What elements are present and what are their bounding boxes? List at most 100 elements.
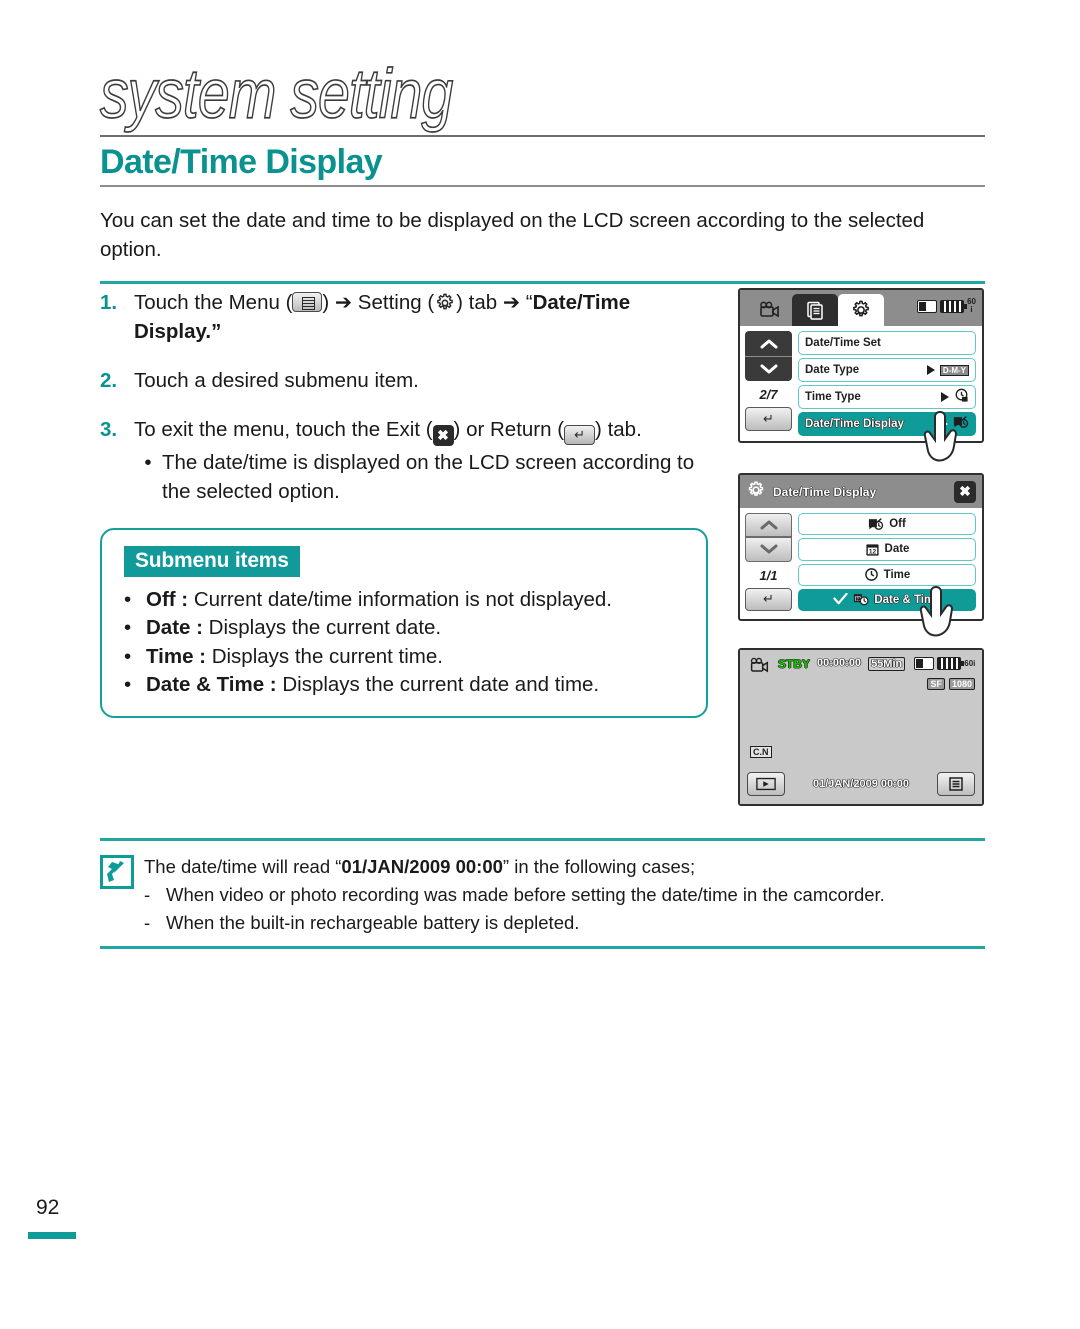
note-hand-icon [100,853,144,936]
return-button[interactable]: ↵ [745,407,792,431]
quality-badge: SF [927,678,945,690]
chapter-divider [100,135,985,138]
note-bullet-1-text: When video or photo recording was made b… [166,883,885,905]
submenu-row-time[interactable]: Time [798,563,976,586]
submenu-term: Time : [146,644,206,668]
date-type-icon: D-M-Y [939,364,969,376]
submenu-row-date-time[interactable]: 12 Date & Time [798,588,976,611]
bullet-dot: • [124,672,132,696]
menu-row-right-icons [940,415,969,433]
submenu-row-label: Date & Time [874,593,941,606]
note-bullet-1: - When video or photo recording was made… [144,881,885,909]
resolution-badge: 1080 [948,678,975,690]
menu-row-right-icons [941,388,969,406]
chevron-right-icon [926,365,935,375]
submenu-items-box: Submenu items • Off : Current date/time … [100,528,708,718]
menu-row-datetime-display[interactable]: Date/Time Display [798,412,976,436]
menu-row-datetime-set[interactable]: Date/Time Set [798,331,976,355]
lcd-submenu-title: Date/Time Display [773,484,877,499]
play-button[interactable] [747,772,785,796]
close-icon[interactable]: ✖ [954,480,976,503]
step-3-number: 3. [100,418,118,442]
menu-row-date-type[interactable]: Date Type D-M-Y [798,358,976,382]
step-1-body: Touch the Menu () ➔ Setting () tab ➔ “Da… [134,288,720,346]
remaining-time: 55Min [868,657,906,671]
note-divider-bottom [100,946,985,950]
bullet-dot: • [144,451,152,475]
submenu-desc: Displays the current date and time. [282,672,600,696]
page-indicator: 1/1 [759,567,778,583]
bullet-dot: • [124,644,132,668]
page-number-bar [28,1232,76,1239]
lcd-nav-column: 2/7 ↵ [745,331,792,436]
scroll-down-button[interactable] [745,537,792,562]
step-3-bullets: • The date/time is displayed on the LCD … [134,448,720,506]
return-button[interactable]: ↵ [745,587,792,612]
scroll-down-button[interactable] [745,356,792,381]
tab-document[interactable] [792,294,838,326]
page-header: system setting Date/Time Display You can… [99,58,985,284]
scroll-up-button[interactable] [745,331,792,356]
datetime-off-icon [953,415,969,433]
chevron-right-icon [941,392,949,402]
submenu-term: Off : [146,588,189,611]
battery-icon [940,299,968,313]
note-line-1-b: ” in the following cases; [502,856,696,877]
page-number: 92 [36,1196,60,1219]
record-mode-badge: STBY [778,657,811,671]
step-1-text-b: ) ➔ Setting ( [322,291,435,314]
list-item: • Off : Current date/time information is… [124,586,684,613]
submenu-items-list: • Off : Current date/time information is… [124,586,684,698]
datetime-off-icon [868,517,884,532]
note-text: The date/time will read “01/JAN/2009 00:… [144,853,885,936]
submenu-row-label: Time [883,568,911,581]
submenu-desc: Displays the current time. [211,644,443,668]
lcd-nav-column: 1/1 ↵ [745,513,792,612]
tab-setting[interactable] [838,294,884,326]
bullet-dot: • [124,588,132,611]
note-line-1: The date/time will read “01/JAN/2009 00:… [144,853,885,881]
menu-button[interactable] [937,772,975,796]
step-1-number: 1. [100,291,118,314]
step-3-text-c: ) tab. [595,418,642,442]
submenu-items-label: Submenu items [124,546,300,577]
recording-status-bar: STBY 00:00:00 55Min 60i [747,657,975,677]
frame-rate-icon: 60i [967,297,976,314]
note-content: The date/time will read “01/JAN/2009 00:… [100,841,985,946]
battery-icon [937,657,965,670]
list-item: • Date : Displays the current date. [124,614,684,641]
step-3-body: To exit the menu, touch the Exit (✖) or … [134,415,720,506]
submenu-term: Date : [146,616,203,640]
camcorder-icon [747,657,771,677]
menu-icon [292,292,323,312]
step-3-text-a: To exit the menu, touch the Exit ( [134,418,433,442]
page-indicator: 2/7 [759,387,778,402]
list-item: • Date & Time : Displays the current dat… [124,671,684,698]
step-1-text-c: ) tab ➔ “ [456,291,533,314]
dash-marker: - [144,883,151,905]
submenu-row-off[interactable]: Off [798,513,976,536]
submenu-row-label: Date [884,543,910,556]
lcd-screenshot-recording: STBY 00:00:00 55Min 60i SF 1080 C.N 01/J… [738,648,984,806]
note-line-1-a: The date/time will read “ [144,856,342,877]
timecode: 00:00:00 [817,657,862,669]
step-3-bullet-1: • The date/time is displayed on the LCD … [134,448,720,506]
menu-row-label: Date/Time Set [805,337,881,349]
chapter-title: system setting [99,55,454,134]
step-1-text-a: Touch the Menu ( [134,291,293,314]
note-bullet-2: - When the built-in rechargeable battery… [144,909,885,937]
scroll-up-button[interactable] [745,513,792,538]
list-item: • Time : Displays the current time. [124,643,684,670]
tab-camcorder[interactable] [746,294,792,326]
step-1: 1. Touch the Menu ( ) ➔ Setting ( ) tab ➔ … [100,288,720,346]
submenu-row-date[interactable]: 12 Date [798,538,976,561]
menu-row-time-type[interactable]: Time Type [798,385,976,409]
note-bullet-2-text: When the built-in rechargeable battery i… [166,911,580,933]
clock-24-icon [954,388,969,406]
section-divider [100,185,985,188]
menu-row-label: Date Type [805,364,860,376]
page-title: Date/Time Display [100,143,383,182]
recording-screen: STBY 00:00:00 55Min 60i SF 1080 C.N 01/J… [740,650,982,804]
gear-icon [434,292,456,314]
checkmark-icon [833,593,849,606]
